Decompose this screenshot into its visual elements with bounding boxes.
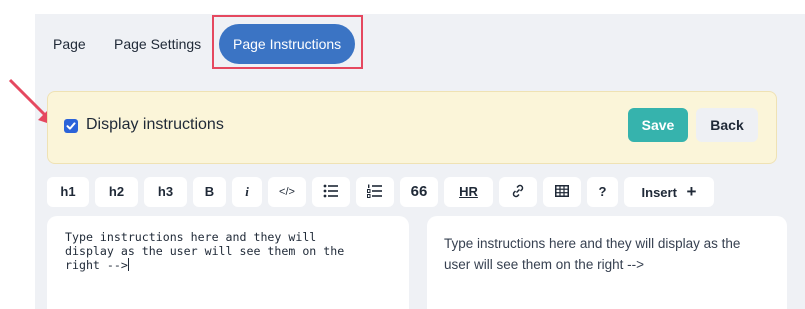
- text-caret: [127, 258, 129, 271]
- numbered-list-icon: [367, 184, 382, 198]
- blockquote-button[interactable]: 66: [400, 177, 438, 207]
- code-button[interactable]: </>: [268, 177, 306, 207]
- bold-button[interactable]: B: [193, 177, 226, 207]
- bulleted-list-icon: [323, 184, 338, 198]
- tab-page[interactable]: Page: [53, 22, 86, 66]
- bulleted-list-button[interactable]: [312, 177, 350, 207]
- display-instructions-banner: Display instructions Save Back: [47, 91, 777, 164]
- italic-button[interactable]: i: [232, 177, 262, 207]
- back-button[interactable]: Back: [696, 108, 758, 142]
- h2-button[interactable]: h2: [95, 177, 138, 207]
- table-button[interactable]: [543, 177, 581, 207]
- hr-button[interactable]: HR: [444, 177, 493, 207]
- checkmark-icon: [66, 122, 76, 130]
- link-icon: [512, 184, 524, 198]
- hr-label: HR: [459, 184, 478, 199]
- plus-icon: +: [686, 182, 697, 201]
- insert-label: Insert: [641, 185, 677, 200]
- tab-page-instructions[interactable]: Page Instructions: [219, 24, 356, 64]
- table-icon: [555, 185, 569, 197]
- h1-button[interactable]: h1: [47, 177, 89, 207]
- help-button[interactable]: ?: [587, 177, 618, 207]
- insert-button[interactable]: Insert +: [624, 177, 714, 207]
- save-button[interactable]: Save: [628, 108, 688, 142]
- display-instructions-checkbox[interactable]: [64, 119, 78, 133]
- instructions-textarea[interactable]: Type instructions here and they will dis…: [47, 216, 409, 309]
- h3-button[interactable]: h3: [144, 177, 187, 207]
- tab-page-settings[interactable]: Page Settings: [114, 22, 201, 66]
- numbered-list-button[interactable]: [356, 177, 394, 207]
- preview-text: Type instructions here and they will dis…: [444, 236, 741, 272]
- display-instructions-label: Display instructions: [86, 116, 224, 133]
- link-button[interactable]: [499, 177, 537, 207]
- instructions-preview: Type instructions here and they will dis…: [427, 216, 787, 309]
- editor-text: Type instructions here and they will dis…: [65, 230, 345, 272]
